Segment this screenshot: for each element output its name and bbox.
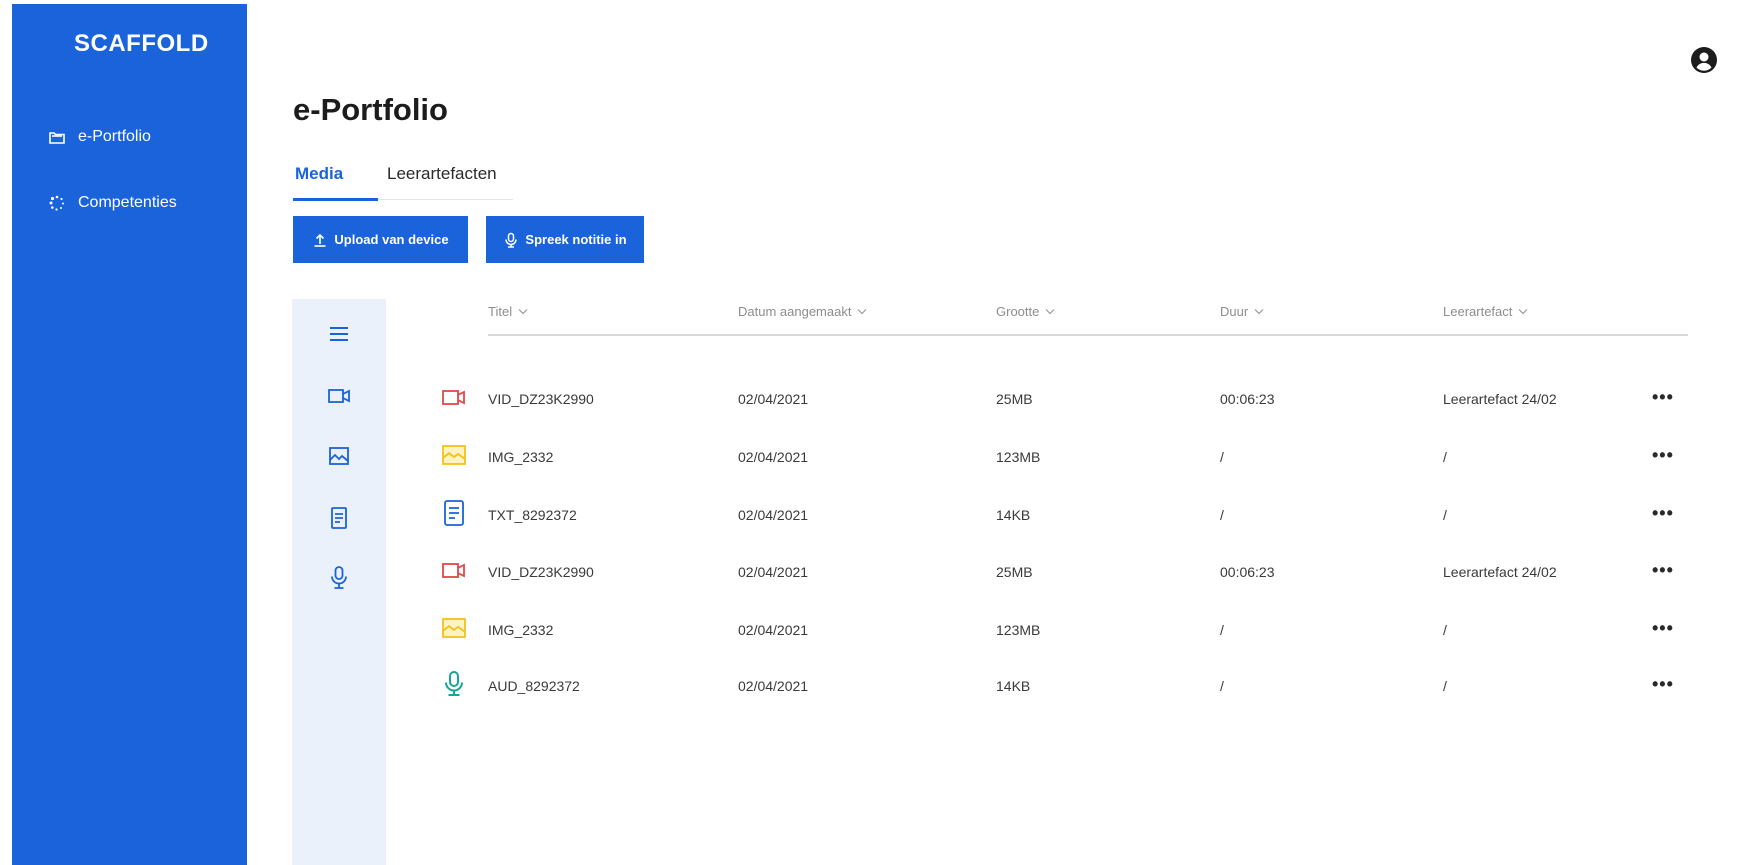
upload-icon [314, 233, 326, 247]
table-row[interactable]: IMG_2332 02/04/2021 123MB / / ••• [440, 433, 1690, 483]
cell-date: 02/04/2021 [738, 507, 809, 523]
column-header-duur[interactable]: Duur [1220, 304, 1264, 319]
sidebar-item-label: e-Portfolio [78, 128, 151, 145]
cell-size: 25MB [996, 391, 1033, 407]
sidebar-item-e-portfolio[interactable]: e-Portfolio [48, 128, 151, 146]
more-options-button[interactable]: ••• [1652, 445, 1674, 466]
active-tab-indicator [293, 198, 378, 201]
table-header: Titel Datum aangemaakt Grootte Duur Leer… [488, 296, 1688, 336]
microphone-icon [331, 566, 347, 589]
microphone-icon [505, 232, 518, 248]
cell-title: IMG_2332 [488, 622, 554, 638]
filter-audio[interactable] [322, 561, 356, 595]
image-icon [329, 447, 349, 465]
more-options-button[interactable]: ••• [1652, 503, 1674, 524]
column-header-leerartefact[interactable]: Leerartefact [1443, 304, 1528, 319]
cell-duration: 00:06:23 [1220, 391, 1275, 407]
table-row[interactable]: VID_DZ23K2990 02/04/2021 25MB 00:06:23 L… [440, 548, 1690, 598]
column-header-datum[interactable]: Datum aangemaakt [738, 304, 867, 319]
filter-image[interactable] [322, 439, 356, 473]
page-title: e-Portfolio [293, 92, 448, 127]
column-header-titel[interactable]: Titel [488, 304, 528, 319]
cell-size: 123MB [996, 449, 1041, 465]
column-header-grootte[interactable]: Grootte [996, 304, 1055, 319]
table-row[interactable]: VID_DZ23K2990 02/04/2021 25MB 00:06:23 L… [440, 375, 1690, 425]
table-row[interactable]: AUD_8292372 02/04/2021 14KB / / ••• [440, 662, 1690, 712]
upload-button[interactable]: Upload van device [293, 216, 468, 263]
cell-title: VID_DZ23K2990 [488, 564, 594, 580]
cell-artefact: / [1443, 449, 1447, 465]
chevron-down-icon [518, 309, 528, 315]
table-row[interactable]: IMG_2332 02/04/2021 123MB / / ••• [440, 606, 1690, 656]
cell-title: IMG_2332 [488, 449, 554, 465]
tab-leerartefacten[interactable]: Leerartefacten [387, 164, 497, 184]
speak-note-button-label: Spreek notitie in [525, 232, 627, 247]
cell-title: TXT_8292372 [488, 507, 577, 523]
cell-duration: / [1220, 622, 1224, 638]
cell-duration: 00:06:23 [1220, 564, 1275, 580]
cell-artefact: / [1443, 622, 1447, 638]
cell-size: 25MB [996, 564, 1033, 580]
user-circle-icon[interactable] [1690, 46, 1718, 74]
cell-size: 14KB [996, 507, 1031, 523]
cell-duration: / [1220, 449, 1224, 465]
chevron-down-icon [1045, 309, 1055, 315]
cell-artefact: / [1443, 678, 1447, 694]
cell-duration: / [1220, 507, 1224, 523]
microphone-icon [445, 671, 463, 696]
cell-duration: / [1220, 678, 1224, 694]
cell-size: 123MB [996, 622, 1041, 638]
upload-button-label: Upload van device [334, 232, 449, 247]
chevron-down-icon [1518, 309, 1528, 315]
spinner-icon [49, 195, 64, 211]
all-list-icon [330, 327, 348, 341]
cell-size: 14KB [996, 678, 1031, 694]
cell-date: 02/04/2021 [738, 564, 809, 580]
sidebar-item-competenties[interactable]: Competenties [48, 194, 177, 212]
video-icon [442, 563, 465, 578]
cell-date: 02/04/2021 [738, 449, 809, 465]
sidebar-item-label: Competenties [78, 194, 177, 211]
cell-artefact: Leerartefact 24/02 [1443, 391, 1557, 407]
cell-date: 02/04/2021 [738, 678, 809, 694]
document-icon [331, 507, 347, 529]
video-icon [328, 389, 350, 403]
document-icon [444, 500, 464, 526]
brand-logo: SCAFFOLD [74, 30, 209, 57]
table-row[interactable]: TXT_8292372 02/04/2021 14KB / / ••• [440, 491, 1690, 541]
image-icon [442, 445, 466, 465]
cell-artefact: / [1443, 507, 1447, 523]
filter-document[interactable] [322, 501, 356, 535]
more-options-button[interactable]: ••• [1652, 674, 1674, 695]
folder-icon [49, 132, 65, 144]
cell-title: VID_DZ23K2990 [488, 391, 594, 407]
cell-title: AUD_8292372 [488, 678, 580, 694]
more-options-button[interactable]: ••• [1652, 618, 1674, 639]
sidebar: SCAFFOLD e-Portfolio Competenties [12, 4, 247, 865]
filter-video[interactable] [322, 379, 356, 413]
tab-media[interactable]: Media [295, 164, 343, 184]
tab-bar: Media Leerartefacten [293, 160, 513, 201]
chevron-down-icon [1254, 309, 1264, 315]
filter-all[interactable] [322, 317, 356, 351]
more-options-button[interactable]: ••• [1652, 560, 1674, 581]
video-icon [442, 390, 465, 405]
image-icon [442, 618, 466, 638]
cell-date: 02/04/2021 [738, 391, 809, 407]
cell-date: 02/04/2021 [738, 622, 809, 638]
media-filter-rail [292, 299, 386, 865]
more-options-button[interactable]: ••• [1652, 387, 1674, 408]
chevron-down-icon [858, 309, 867, 315]
speak-note-button[interactable]: Spreek notitie in [486, 216, 644, 263]
cell-artefact: Leerartefact 24/02 [1443, 564, 1557, 580]
